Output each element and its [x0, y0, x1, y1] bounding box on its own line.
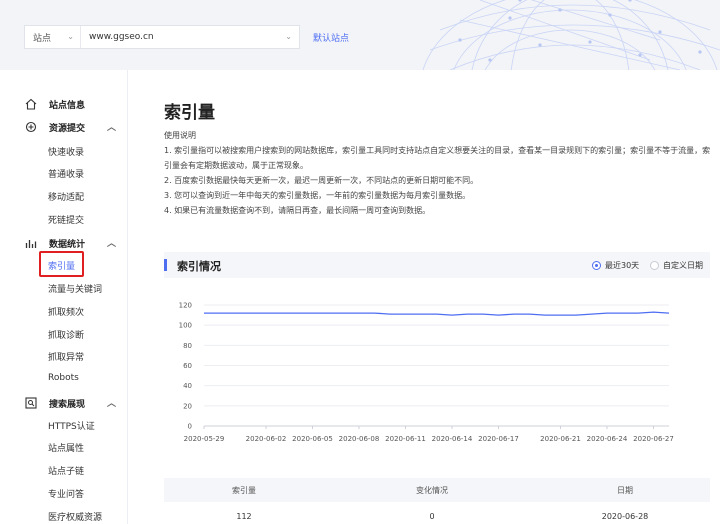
index-series-line	[204, 311, 670, 316]
y-tick-label: 20	[183, 402, 192, 410]
cell-index-count: 112	[236, 511, 252, 521]
chevron-down-icon: ⌄	[285, 32, 292, 41]
sidebar-item-quick-index[interactable]: 快速收录	[48, 145, 84, 158]
y-tick-label: 80	[183, 342, 192, 350]
section-accent-bar	[164, 259, 167, 271]
submit-icon	[24, 120, 38, 134]
header-date: 日期	[617, 485, 633, 495]
home-icon	[24, 97, 38, 111]
radio-label: 最近30天	[605, 261, 640, 270]
x-tick-label: 2020-06-02	[246, 435, 287, 443]
index-panel-header: 索引情况 最近30天 自定义日期	[164, 252, 710, 278]
site-type-dropdown[interactable]: 站点 ⌄	[25, 26, 81, 48]
panel-title: 索引情况	[177, 260, 221, 273]
sidebar-item-mobile-adapt[interactable]: 移动适配	[48, 190, 84, 203]
sidebar-item-sitelinks[interactable]: 站点子链	[48, 464, 84, 477]
sidebar-item-site-attributes[interactable]: 站点属性	[48, 441, 84, 454]
x-tick-label: 2020-05-29	[184, 435, 225, 443]
radio-label: 自定义日期	[663, 261, 703, 270]
search-display-icon	[24, 396, 38, 410]
sidebar-group-label: 站点信息	[49, 100, 86, 111]
sidebar	[0, 70, 128, 524]
x-tick-label: 2020-06-17	[478, 435, 519, 443]
stats-icon	[24, 236, 38, 250]
usage-instructions: 使用说明 1. 索引量指可以被搜索用户搜索到的网站数据库，索引量工具同时支持站点…	[164, 128, 712, 218]
sidebar-item-traffic-keywords[interactable]: 流量与关键词	[48, 282, 102, 295]
globe-decoration	[422, 0, 720, 70]
y-tick-label: 60	[183, 362, 192, 370]
x-tick-label: 2020-06-24	[587, 435, 628, 443]
header-index-count: 索引量	[232, 485, 256, 495]
radio-last-30-days[interactable]: 最近30天	[592, 260, 639, 271]
radio-custom-date[interactable]: 自定义日期	[650, 260, 703, 271]
index-line-chart: 0 20 40 60 80 100 120 2020-05-29 2020-06-02 2020-…	[179, 302, 674, 444]
sidebar-item-crawl-frequency[interactable]: 抓取频次	[48, 305, 84, 318]
sidebar-item-https[interactable]: HTTPS认证	[48, 419, 95, 432]
usage-line: 引量会有定期数据波动，属于正常现象。	[164, 161, 308, 170]
chevron-down-icon: ⌄	[67, 32, 74, 41]
sidebar-item-crawl-errors[interactable]: 抓取异常	[48, 350, 84, 363]
usage-line: 2. 百度索引数据最快每天更新一次，最迟一周更新一次，不同站点的更新日期可能不同…	[164, 176, 479, 185]
sidebar-group-data-stats[interactable]: 数据统计 ︿	[24, 236, 120, 250]
sidebar-group-label: 资源提交	[49, 123, 86, 134]
x-tick-label: 2020-06-05	[292, 435, 333, 443]
radio-unchecked-icon	[650, 261, 659, 270]
sidebar-group-site-info[interactable]: 站点信息	[24, 97, 120, 111]
sidebar-item-dead-link[interactable]: 死链提交	[48, 213, 84, 226]
usage-title: 使用说明	[164, 131, 196, 140]
usage-line: 4. 如果已有流量数据查询不到，请隔日再查，最长间隔一周可查询到数据。	[164, 206, 431, 215]
top-header: 站点 ⌄ www.ggseo.cn ⌄ 默认站点	[0, 0, 720, 70]
index-table: 索引量 变化情况 日期 112 0 2020-06-28	[164, 478, 710, 524]
x-tick-label: 2020-06-14	[432, 435, 473, 443]
x-tick-label: 2020-06-21	[540, 435, 581, 443]
chevron-up-icon: ︿	[106, 123, 116, 133]
y-tick-label: 0	[188, 423, 192, 431]
chevron-up-icon: ︿	[106, 239, 116, 249]
sidebar-item-expert-qa[interactable]: 专业问答	[48, 487, 84, 500]
sidebar-group-resource-submit[interactable]: 资源提交 ︿	[24, 120, 120, 134]
sidebar-item-medical-resources[interactable]: 医疗权威资源	[48, 510, 102, 523]
x-tick-label: 2020-06-27	[633, 435, 674, 443]
sidebar-item-crawl-diagnosis[interactable]: 抓取诊断	[48, 328, 84, 341]
sidebar-group-label: 搜索展现	[49, 399, 86, 410]
table-header: 索引量 变化情况 日期	[164, 478, 710, 502]
cell-date: 2020-06-28	[601, 511, 649, 521]
header-change: 变化情况	[416, 485, 448, 495]
site-domain-value: www.ggseo.cn	[89, 32, 154, 42]
sidebar-group-label: 数据统计	[49, 239, 86, 250]
chevron-up-icon: ︿	[106, 399, 116, 409]
usage-line: 1. 索引量指可以被搜索用户搜索到的网站数据库，索引量工具同时支持站点自定义想要…	[164, 146, 711, 155]
site-type-label: 站点	[33, 33, 52, 44]
active-item-highlight	[39, 251, 84, 277]
usage-line: 3. 您可以查询到近一年中每天的索引量数据，一年前的索引量数据为每月索引量数据。	[164, 191, 471, 200]
page-title: 索引量	[164, 103, 215, 123]
y-tick-label: 40	[183, 382, 192, 390]
y-tick-label: 100	[179, 322, 192, 330]
y-tick-label: 120	[179, 302, 192, 310]
site-selector: 站点 ⌄ www.ggseo.cn ⌄	[24, 25, 300, 49]
sidebar-item-normal-index[interactable]: 普通收录	[48, 167, 84, 180]
default-site-link[interactable]: 默认站点	[313, 31, 349, 44]
x-tick-label: 2020-06-11	[385, 435, 426, 443]
site-domain-dropdown[interactable]: www.ggseo.cn ⌄	[81, 26, 299, 48]
x-tick-label: 2020-06-08	[339, 435, 380, 443]
table-row: 112 0 2020-06-28	[164, 502, 710, 524]
cell-change: 0	[429, 511, 435, 521]
sidebar-group-search-display[interactable]: 搜索展现 ︿	[24, 396, 120, 410]
radio-checked-icon	[592, 261, 601, 270]
sidebar-item-robots[interactable]: Robots	[48, 373, 79, 383]
